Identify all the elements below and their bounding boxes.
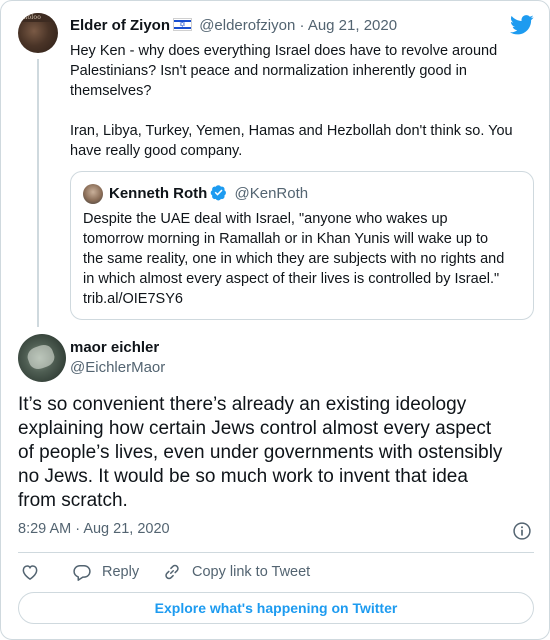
- reply-label: Reply: [102, 564, 140, 580]
- main-text-line: It’s so convenient there’s already an ex…: [18, 394, 467, 415]
- avatar-watermark-text: Zioloo: [21, 14, 42, 21]
- explore-twitter-button[interactable]: Explore what's happening on Twitter: [18, 592, 534, 624]
- info-icon[interactable]: [512, 521, 532, 541]
- main-text-line: explaining how certain Jews control almo…: [18, 418, 492, 439]
- header-separator: ·: [299, 17, 305, 34]
- main-author-name[interactable]: maor eichler: [70, 339, 159, 356]
- parent-paragraph: Iran, Libya, Turkey, Yemen, Hamas and He…: [70, 123, 513, 159]
- quoted-tweet-header: Kenneth Roth @KenRoth: [109, 184, 308, 202]
- parent-tweet-header: Elder of Ziyon ✡ @elderofziyon · Aug 21, …: [70, 17, 397, 34]
- main-author-avatar[interactable]: [18, 334, 66, 382]
- parent-author-handle[interactable]: @elderofziyon: [199, 17, 295, 34]
- reply-button[interactable]: Reply: [72, 561, 139, 583]
- parent-tweet-text: Hey Ken - why does everything Israel doe…: [70, 41, 540, 161]
- timestamp-separator: ·: [75, 521, 81, 537]
- israel-flag-icon: ✡: [173, 18, 193, 31]
- quoted-tweet[interactable]: Kenneth Roth @KenRoth Despite the UAE de…: [70, 171, 534, 320]
- quoted-text-line: in which almost every aspect of their li…: [83, 271, 500, 287]
- heart-icon: [22, 565, 38, 580]
- main-tweet-text: It’s so convenient there’s already an ex…: [18, 393, 538, 513]
- tweet-date: Aug 21, 2020: [83, 521, 170, 537]
- main-text-line: of people’s lives, even under government…: [18, 442, 503, 463]
- parent-avatar[interactable]: Zioloo: [18, 13, 58, 53]
- quoted-tweet-link[interactable]: trib.al/OIE7SY6: [83, 289, 523, 309]
- thread-connector-line: [37, 59, 39, 327]
- copy-link-label: Copy link to Tweet: [192, 564, 311, 580]
- parent-tweet-date[interactable]: Aug 21, 2020: [308, 17, 397, 34]
- link-icon: [165, 564, 179, 580]
- quoted-author-name[interactable]: Kenneth Roth: [109, 185, 207, 202]
- quoted-author-handle[interactable]: @KenRoth: [235, 185, 309, 202]
- quoted-text-line: Despite the UAE deal with Israel, "anyon…: [83, 211, 448, 227]
- tweet-actions-bar: Reply Copy link to Tweet: [18, 561, 538, 583]
- main-text-line: from scratch.: [18, 490, 128, 511]
- parent-author-name[interactable]: Elder of Ziyon: [70, 17, 170, 34]
- parent-paragraph: Hey Ken - why does everything Israel doe…: [70, 43, 498, 99]
- quoted-text-line: tomorrow morning in Ramallah or in Khan …: [83, 231, 489, 247]
- copy-link-button[interactable]: Copy link to Tweet: [162, 561, 310, 583]
- twitter-bird-icon[interactable]: [510, 15, 534, 35]
- actions-divider: [18, 552, 534, 553]
- tweet-embed-card: Zioloo Elder of Ziyon ✡ @elderofziyon · A…: [0, 0, 550, 640]
- tweet-time: 8:29 AM: [18, 521, 72, 537]
- quoted-tweet-text: Despite the UAE deal with Israel, "anyon…: [83, 209, 523, 309]
- reply-bubble-icon: [73, 565, 91, 581]
- like-button[interactable]: [20, 561, 40, 583]
- quoted-text-line: the same reality, one in which they are …: [83, 251, 505, 267]
- quoted-author-avatar[interactable]: [83, 184, 103, 204]
- main-author-handle[interactable]: @EichlerMaor: [70, 359, 165, 376]
- main-tweet-timestamp[interactable]: 8:29 AM · Aug 21, 2020: [18, 521, 170, 537]
- main-text-line: no Jews. It would be so much work to inv…: [18, 466, 468, 487]
- verified-badge-icon: [211, 185, 227, 201]
